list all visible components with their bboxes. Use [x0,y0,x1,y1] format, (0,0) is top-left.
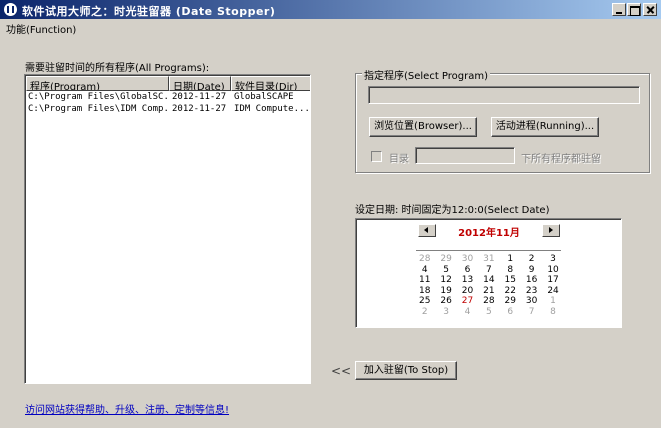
calendar-day[interactable]: 6 [500,307,521,318]
programs-label: 需要驻留时间的所有程序(All Programs): [25,63,210,74]
calendar-day[interactable]: 30 [457,254,478,265]
select-date-label: 设定日期: 时间固定为12:0:0(Select Date) [355,205,550,216]
minimize-button[interactable] [612,3,626,16]
directory-suffix-label: 下所有程序都驻留 [521,154,601,165]
calendar-day[interactable]: 20 [457,286,478,297]
calendar-week-row: 18 19 20 21 22 23 24 [414,286,564,297]
calendar-day[interactable]: 29 [500,296,521,307]
calendar-day[interactable]: 1 [500,254,521,265]
calendar-day[interactable]: 3 [542,254,563,265]
programs-list[interactable]: 程序(Program) 日期(Date) 软件目录(Dir) C:\Progra… [24,74,311,384]
title-bar[interactable]: 软件试用大师之：时光驻留器 (Date Stopper) [0,0,661,19]
calendar-day[interactable]: 29 [435,254,456,265]
help-website-link[interactable]: 访问网站获得帮助、升级、注册、定制等信息! [25,401,229,416]
month-calendar[interactable]: 2012年11月 28 29 30 31 1 2 3 4 5 6 7 8 9 10 11 12 13 14 15 16… [355,218,622,328]
calendar-day[interactable]: 3 [435,307,456,318]
menu-bar: 功能(Function) [0,19,661,36]
calendar-day[interactable]: 25 [414,296,435,307]
calendar-day[interactable]: 1 [542,296,563,307]
calendar-day[interactable]: 17 [542,275,563,286]
calendar-day[interactable]: 24 [542,286,563,297]
calendar-day[interactable]: 7 [478,265,499,276]
column-header-dir[interactable]: 软件目录(Dir) [231,76,310,91]
browse-button[interactable]: 浏览位置(Browser)... [369,117,477,137]
calendar-day[interactable]: 11 [414,275,435,286]
calendar-day-grid: 28 29 30 31 1 2 3 4 5 6 7 8 9 10 11 12 13 14 15 16 17 18 19 20 2… [414,254,564,317]
calendar-day[interactable]: 4 [457,307,478,318]
directory-checkbox-label: 目录 [389,154,409,165]
calendar-day[interactable]: 5 [478,307,499,318]
calendar-day[interactable]: 27 [457,296,478,307]
calendar-day[interactable]: 6 [457,265,478,276]
column-header-program[interactable]: 程序(Program) [26,76,169,91]
calendar-week-row: 4 5 6 7 8 9 10 [414,265,564,276]
calendar-day[interactable]: 31 [478,254,499,265]
menu-function[interactable]: 功能(Function) [6,21,76,36]
add-to-stop-button[interactable]: 加入驻留(To Stop) [355,361,457,380]
directory-checkbox[interactable] [371,151,382,162]
next-month-button[interactable] [542,224,560,237]
calendar-day[interactable]: 15 [500,275,521,286]
table-row[interactable]: C:\Program Files\IDM Comp... 2012-11-27 … [26,104,310,116]
calendar-day[interactable]: 18 [414,286,435,297]
row-program: C:\Program Files\GlobalSC... [28,92,168,102]
calendar-day[interactable]: 7 [521,307,542,318]
calendar-day[interactable]: 10 [542,265,563,276]
calendar-day[interactable]: 4 [414,265,435,276]
calendar-day[interactable]: 8 [542,307,563,318]
calendar-day[interactable]: 8 [500,265,521,276]
calendar-day[interactable]: 13 [457,275,478,286]
select-program-title: 指定程序(Select Program) [362,67,491,82]
calendar-day[interactable]: 28 [414,254,435,265]
calendar-day[interactable]: 12 [435,275,456,286]
row-dir: IDM Compute... [234,104,310,114]
close-button[interactable] [643,3,657,16]
calendar-day[interactable]: 2 [414,307,435,318]
program-path-field[interactable] [368,86,640,104]
programs-list-header: 程序(Program) 日期(Date) 软件目录(Dir) [26,76,310,91]
calendar-day[interactable]: 5 [435,265,456,276]
row-dir: GlobalSCAPE [234,92,294,102]
calendar-week-row: 28 29 30 31 1 2 3 [414,254,564,265]
calendar-day[interactable]: 28 [478,296,499,307]
running-button[interactable]: 活动进程(Running)... [491,117,599,137]
calendar-day[interactable]: 26 [435,296,456,307]
calendar-week-row: 2345678 [414,307,564,318]
calendar-day[interactable]: 30 [521,296,542,307]
maximize-button[interactable] [627,3,641,16]
calendar-month-title[interactable]: 2012年11月 [446,224,532,239]
calendar-day[interactable]: 14 [478,275,499,286]
calendar-day[interactable]: 16 [521,275,542,286]
calendar-day[interactable]: 19 [435,286,456,297]
calendar-day[interactable]: 2 [521,254,542,265]
calendar-week-row: 11 12 13 14 15 16 17 [414,275,564,286]
window-title: 软件试用大师之：时光驻留器 (Date Stopper) [22,5,276,18]
prev-month-button[interactable] [418,224,436,237]
app-icon [3,2,18,17]
calendar-day[interactable]: 9 [521,265,542,276]
row-date: 2012-11-27 [172,92,227,102]
column-header-date[interactable]: 日期(Date) [169,76,231,91]
calendar-day[interactable]: 23 [521,286,542,297]
row-date: 2012-11-27 [172,104,227,114]
directory-field[interactable] [415,147,515,164]
add-arrow-icon: << [331,364,352,378]
calendar-day[interactable]: 21 [478,286,499,297]
row-program: C:\Program Files\IDM Comp... [28,104,168,114]
calendar-divider [416,250,561,251]
calendar-day[interactable]: 22 [500,286,521,297]
table-row[interactable]: C:\Program Files\GlobalSC... 2012-11-27 … [26,92,309,104]
calendar-week-row: 25 26 27 28 29 30 1 [414,296,564,307]
